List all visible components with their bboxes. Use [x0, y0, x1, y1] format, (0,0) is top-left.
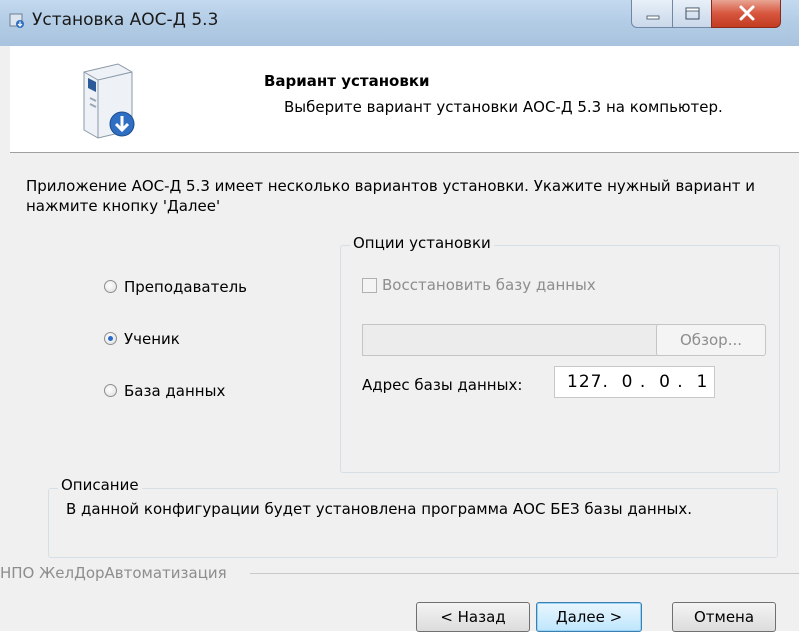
description-text: В данной конфигурации будет установлена …: [66, 500, 693, 518]
radio-label[interactable]: Ученик: [124, 330, 180, 348]
page-title: Вариант установки: [264, 72, 430, 90]
restore-db-label[interactable]: Восстановить базу данных: [382, 276, 596, 294]
window-title: Установка АОС-Д 5.3: [32, 10, 219, 30]
maximize-icon: [685, 7, 700, 20]
title-bar[interactable]: Установка АОС-Д 5.3: [0, 0, 799, 46]
window-controls: [631, 0, 791, 30]
footer-divider: [250, 573, 799, 574]
db-path-input[interactable]: [362, 324, 658, 356]
db-address-label: Адрес базы данных:: [362, 376, 523, 394]
intro-text: Приложение АОС-Д 5.3 имеет несколько вар…: [26, 177, 756, 215]
cancel-button[interactable]: Отмена: [672, 602, 776, 632]
next-button[interactable]: Далее >: [536, 602, 642, 632]
close-button[interactable]: [711, 0, 781, 28]
radio-label[interactable]: База данных: [124, 382, 225, 400]
minimize-button[interactable]: [631, 0, 673, 28]
restore-db-checkbox[interactable]: [362, 278, 377, 293]
wizard-client-area: Вариант установки Выберите вариант устан…: [0, 46, 799, 632]
radio-button-icon[interactable]: [104, 280, 117, 293]
description-group: [48, 488, 778, 558]
options-group-legend: Опции установки: [350, 234, 494, 252]
wizard-header: Вариант установки Выберите вариант устан…: [10, 46, 799, 153]
back-button[interactable]: < Назад: [416, 602, 530, 632]
radio-button-icon[interactable]: [104, 384, 117, 397]
minimize-icon: [646, 15, 660, 20]
page-subtitle: Выберите вариант установки АОС-Д 5.3 на …: [284, 98, 723, 116]
installer-icon: [9, 13, 24, 28]
browse-button[interactable]: Обзор...: [656, 324, 766, 356]
maximize-button[interactable]: [672, 0, 712, 28]
description-legend: Описание: [58, 476, 142, 494]
radio-label[interactable]: Преподаватель: [124, 278, 247, 296]
db-address-input[interactable]: 127. 0 . 0 . 1: [554, 366, 715, 398]
setup-box-icon: [83, 63, 135, 139]
installer-window: Установка АОС-Д 5.3 Вариант установки Вы…: [0, 0, 799, 632]
radio-button-selected-icon[interactable]: [104, 332, 117, 345]
close-icon: [739, 5, 755, 21]
company-name: НПО ЖелДорАвтоматизация: [0, 564, 231, 582]
